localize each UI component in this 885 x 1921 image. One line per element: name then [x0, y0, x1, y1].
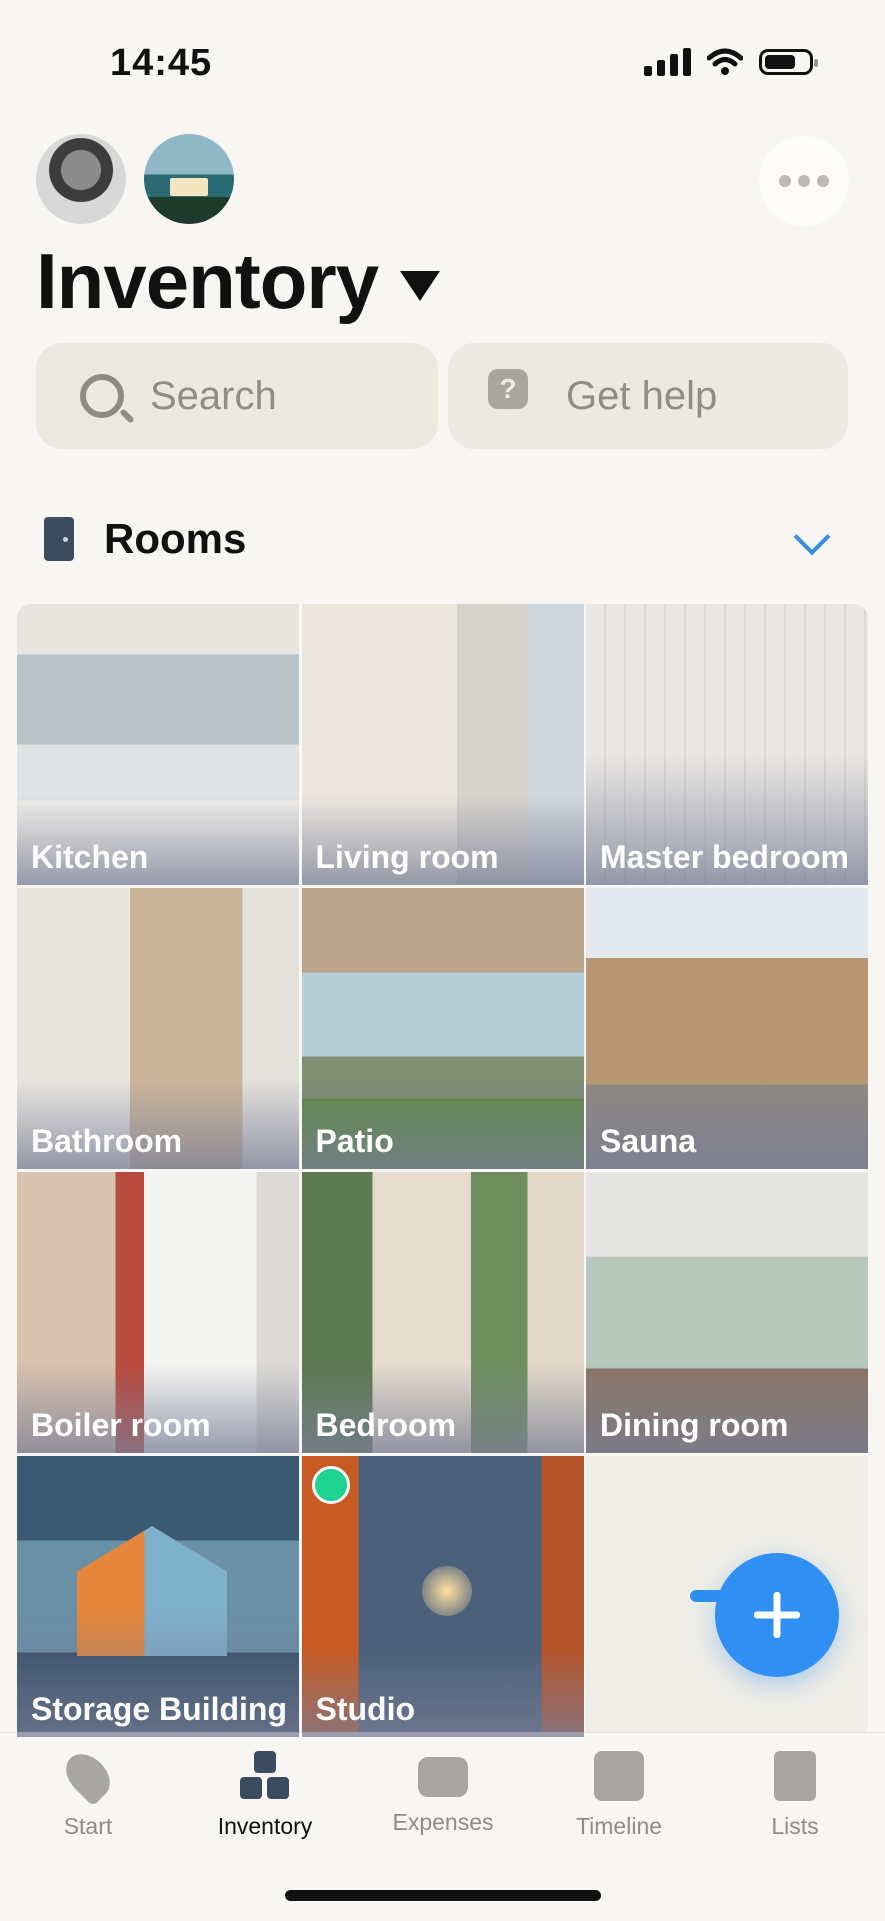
rooms-title: Rooms [104, 515, 247, 562]
page-title-dropdown[interactable]: Inventory [36, 236, 441, 327]
room-label: Master bedroom [600, 839, 849, 875]
lamp-image [421, 1566, 472, 1616]
search-input[interactable]: Search [36, 343, 438, 449]
room-label: Bedroom [315, 1407, 456, 1443]
status-time: 14:45 [110, 42, 213, 84]
room-tile-boiler-room[interactable]: Boiler room [17, 1172, 299, 1453]
tab-label: Expenses [392, 1809, 494, 1835]
room-label: Dining room [600, 1407, 789, 1443]
add-room-button[interactable] [715, 1553, 839, 1677]
tab-label: Lists [771, 1813, 819, 1839]
room-label: Storage Building [31, 1691, 287, 1727]
caret-down-icon [400, 270, 441, 301]
room-label: Bathroom [31, 1123, 183, 1159]
search-placeholder: Search [150, 373, 277, 418]
room-label: Studio [315, 1691, 416, 1727]
dot-icon [798, 175, 810, 187]
wifi-icon [707, 48, 743, 75]
home-avatar[interactable] [144, 134, 234, 224]
tab-lists[interactable]: Lists [720, 1751, 870, 1840]
room-tile-storage-building[interactable]: Storage Building [17, 1456, 299, 1737]
cellular-signal-icon [644, 48, 691, 76]
room-label: Living room [315, 839, 499, 875]
search-icon [80, 374, 124, 418]
wallet-icon [418, 1757, 468, 1797]
help-chat-icon: ? [488, 369, 542, 423]
wrench-icon [57, 1745, 119, 1807]
tab-timeline[interactable]: Timeline [544, 1751, 694, 1840]
chevron-down-icon[interactable] [793, 518, 831, 556]
more-options-button[interactable] [759, 136, 849, 226]
calendar-icon [594, 1751, 644, 1801]
dot-icon [817, 175, 829, 187]
room-tile-bathroom[interactable]: Bathroom [17, 888, 299, 1169]
get-help-label: Get help [566, 373, 718, 418]
room-tile-studio[interactable]: Studio [301, 1456, 584, 1737]
boxes-icon [240, 1751, 290, 1801]
room-label: Sauna [600, 1123, 697, 1159]
room-label: Boiler room [31, 1407, 211, 1443]
shed-image [77, 1526, 227, 1656]
room-label: Patio [315, 1123, 394, 1159]
tab-expenses[interactable]: Expenses [368, 1751, 518, 1836]
home-indicator [285, 1890, 601, 1901]
user-avatar[interactable] [36, 134, 126, 224]
tab-label: Start [63, 1813, 113, 1839]
checklist-icon [774, 1751, 816, 1801]
room-tile-kitchen[interactable]: Kitchen [17, 604, 299, 885]
room-tile-living-room[interactable]: Living room [301, 604, 584, 885]
status-dot [311, 1466, 350, 1504]
tab-label: Inventory [217, 1813, 313, 1839]
room-tile-sauna[interactable]: Sauna [586, 888, 868, 1169]
get-help-button[interactable]: ? Get help [448, 343, 848, 449]
room-tile-patio[interactable]: Patio [301, 888, 584, 1169]
door-icon [44, 517, 74, 561]
tab-label: Timeline [575, 1813, 663, 1839]
battery-icon [759, 49, 818, 75]
room-tile-master-bedroom[interactable]: Master bedroom [586, 604, 868, 885]
dot-icon [779, 175, 791, 187]
rooms-section-header: Rooms [44, 515, 246, 563]
status-icons [644, 48, 818, 76]
page-title: Inventory [36, 237, 379, 325]
room-tile-bedroom[interactable]: Bedroom [301, 1172, 584, 1453]
room-tile-dining-room[interactable]: Dining room [586, 1172, 868, 1453]
tab-inventory[interactable]: Inventory [190, 1751, 340, 1840]
tab-start[interactable]: Start [13, 1745, 163, 1840]
room-label: Kitchen [31, 839, 149, 875]
